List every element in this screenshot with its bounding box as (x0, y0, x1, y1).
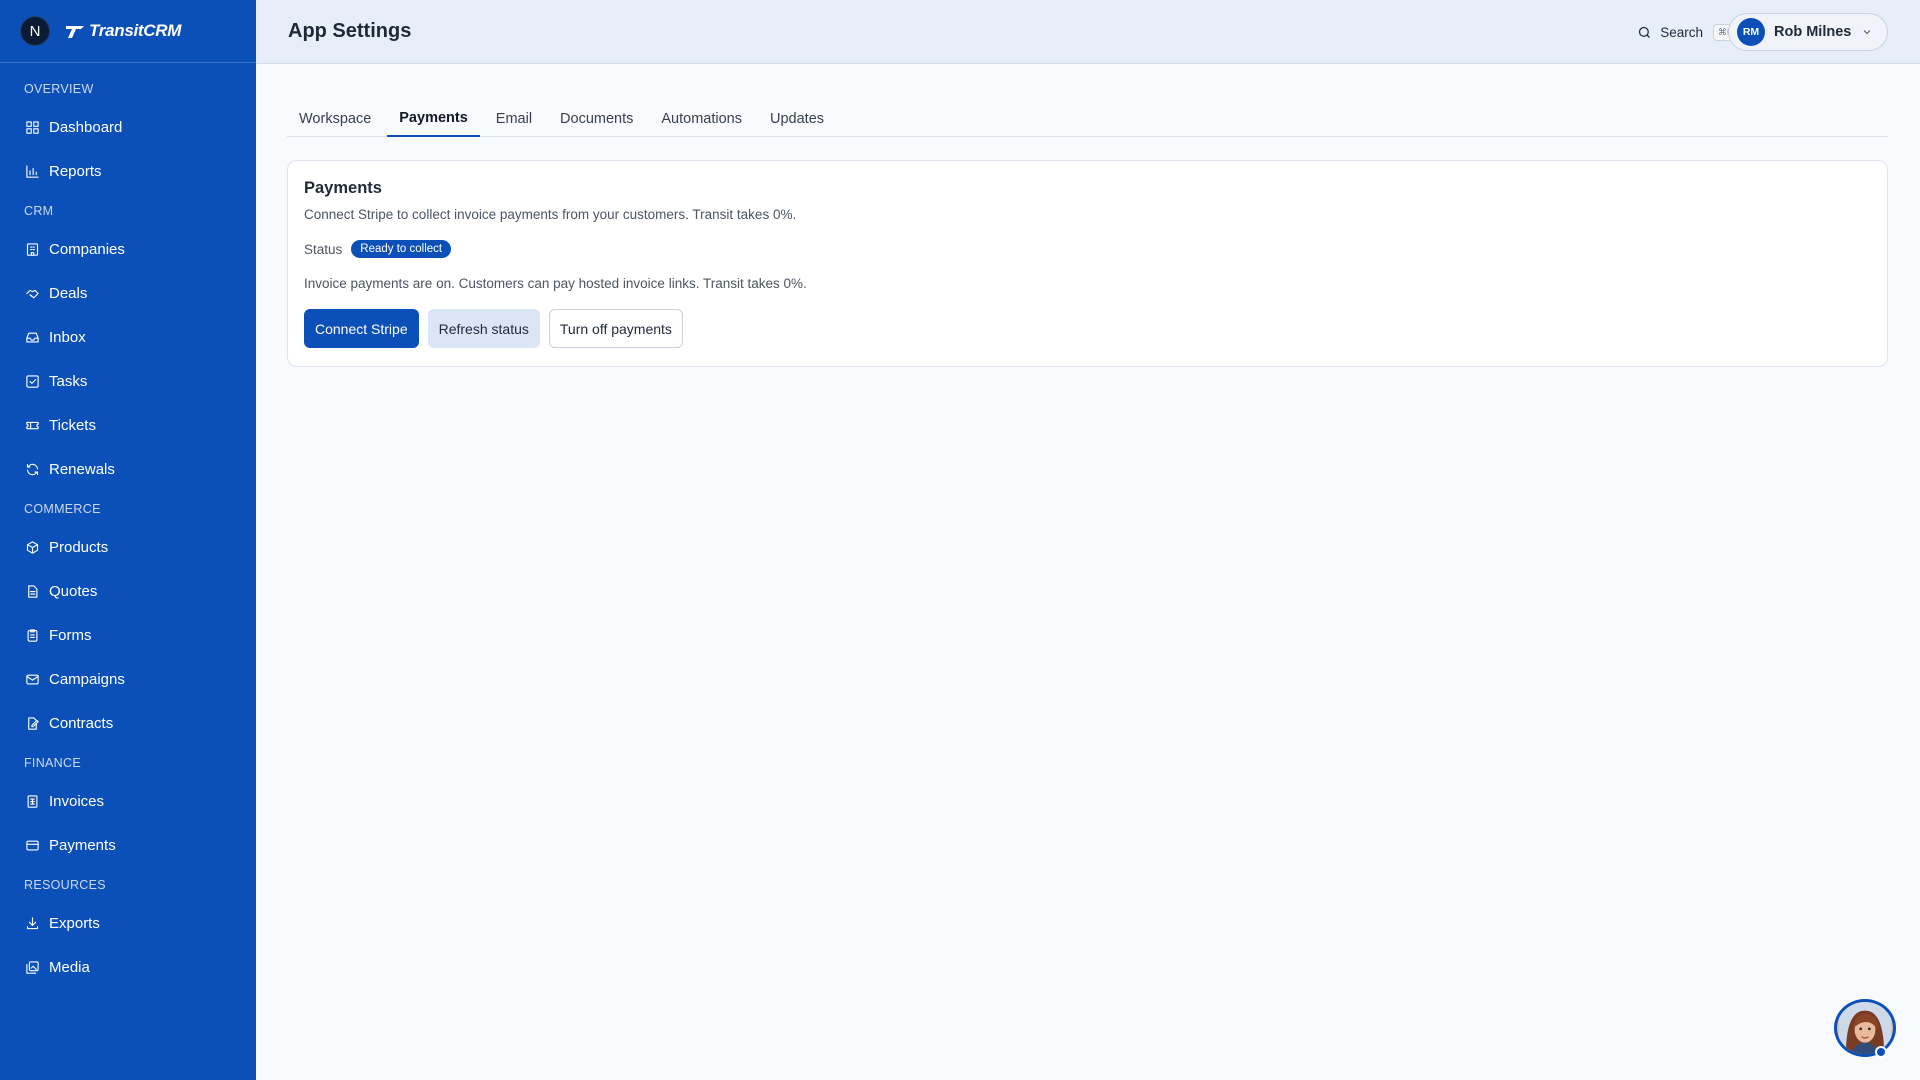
avatar: RM (1737, 18, 1765, 46)
sidebar-item-label: Tasks (49, 372, 88, 390)
sidebar: N TransitCRM OVERVIEW Dashboard Reports CRM… (0, 0, 256, 1080)
checkbox-icon (24, 373, 40, 389)
mail-icon (24, 671, 40, 687)
handshake-icon (24, 285, 40, 301)
refresh-status-button[interactable]: Refresh status (427, 309, 540, 348)
card-title: Payments (304, 179, 382, 197)
images-icon (24, 959, 40, 975)
sidebar-item-tickets[interactable]: Tickets (0, 403, 256, 447)
sidebar-item-label: Quotes (49, 582, 98, 600)
sidebar-item-payments[interactable]: Payments (0, 823, 256, 867)
sidebar-item-reports[interactable]: Reports (0, 149, 256, 193)
sidebar-item-tasks[interactable]: Tasks (0, 359, 256, 403)
download-icon (24, 915, 40, 931)
settings-tabs: Workspace Payments Email Documents Automatio… (287, 100, 1888, 137)
status-label: Status (304, 241, 343, 257)
bar-chart-icon (24, 163, 40, 179)
sidebar-item-media[interactable]: Media (0, 945, 256, 989)
top-header: App Settings Search ⌘K RM Rob Milnes (256, 0, 1920, 64)
sidebar-item-label: Inbox (49, 328, 86, 346)
tab-payments[interactable]: Payments (387, 100, 480, 137)
page-title: App Settings (288, 20, 412, 42)
sidebar-item-contracts[interactable]: Contracts (0, 701, 256, 745)
sidebar-item-label: Tickets (49, 416, 96, 434)
inbox-icon (24, 329, 40, 345)
sidebar-item-label: Dashboard (49, 118, 123, 136)
sidebar-item-label: Media (49, 958, 90, 976)
sidebar-item-label: Forms (49, 626, 92, 644)
transit-logo-icon (66, 26, 84, 38)
turn-off-payments-button[interactable]: Turn off payments (548, 309, 683, 348)
building-icon (24, 241, 40, 257)
tab-updates[interactable]: Updates (758, 100, 836, 137)
workspace-switcher[interactable]: N (20, 16, 50, 46)
sidebar-nav: OVERVIEW Dashboard Reports CRM Companies Deal… (0, 63, 256, 989)
tab-automations[interactable]: Automations (649, 100, 754, 137)
sidebar-item-label: Invoices (49, 792, 105, 810)
sidebar-item-inbox[interactable]: Inbox (0, 315, 256, 359)
connect-stripe-button[interactable]: Connect Stripe (304, 309, 419, 348)
sidebar-item-label: Payments (49, 836, 116, 854)
payments-card: Payments Connect Stripe to collect invoi… (287, 160, 1888, 367)
sidebar-item-renewals[interactable]: Renewals (0, 447, 256, 491)
app-logo[interactable]: TransitCRM (64, 21, 181, 41)
tab-email[interactable]: Email (484, 100, 544, 137)
assistant-portrait-icon (1839, 1002, 1891, 1054)
nav-section-title: COMMERCE (24, 502, 101, 516)
document-icon (24, 583, 40, 599)
status-badge: Ready to collect (351, 240, 452, 258)
sidebar-item-label: Companies (49, 240, 125, 258)
nav-section-title: FINANCE (24, 756, 81, 770)
sidebar-item-label: Renewals (49, 460, 115, 478)
user-menu[interactable]: RM Rob Milnes (1728, 13, 1888, 51)
nav-section-title: RESOURCES (24, 878, 106, 892)
sidebar-item-products[interactable]: Products (0, 525, 256, 569)
sidebar-item-campaigns[interactable]: Campaigns (0, 657, 256, 701)
tab-workspace[interactable]: Workspace (287, 100, 383, 137)
refresh-icon (24, 461, 40, 477)
search-label: Search (1660, 24, 1703, 40)
sidebar-item-exports[interactable]: Exports (0, 901, 256, 945)
sidebar-item-forms[interactable]: Forms (0, 613, 256, 657)
assistant-avatar-button[interactable] (1834, 999, 1896, 1057)
ticket-icon (24, 417, 40, 433)
invoice-icon (24, 793, 40, 809)
nav-section-title: CRM (24, 204, 54, 218)
sidebar-item-label: Contracts (49, 714, 114, 732)
payments-note: Invoice payments are on. Customers can p… (304, 276, 807, 291)
chevron-down-icon (1863, 30, 1871, 35)
search-icon (1639, 26, 1651, 38)
sidebar-item-quotes[interactable]: Quotes (0, 569, 256, 613)
brand-bar: N TransitCRM (0, 0, 256, 63)
search-button[interactable]: Search ⌘K (1637, 20, 1738, 44)
sidebar-item-label: Campaigns (49, 670, 125, 688)
clipboard-icon (24, 627, 40, 643)
sidebar-item-companies[interactable]: Companies (0, 227, 256, 271)
sidebar-item-label: Products (49, 538, 109, 556)
sidebar-item-deals[interactable]: Deals (0, 271, 256, 315)
user-name: Rob Milnes (1774, 24, 1852, 40)
sidebar-item-dashboard[interactable]: Dashboard (0, 105, 256, 149)
sidebar-item-invoices[interactable]: Invoices (0, 779, 256, 823)
payments-actions: Connect Stripe Refresh status Turn off p… (304, 309, 1871, 348)
dashboard-icon (24, 119, 40, 135)
box-icon (24, 539, 40, 555)
status-row: Status Ready to collect (304, 240, 1871, 258)
sidebar-item-label: Deals (49, 284, 88, 302)
card-description: Connect Stripe to collect invoice paymen… (304, 207, 797, 222)
assistant-status-dot (1875, 1046, 1887, 1058)
sidebar-item-label: Exports (49, 914, 100, 932)
tab-documents[interactable]: Documents (548, 100, 645, 137)
file-signature-icon (24, 715, 40, 731)
credit-card-icon (24, 837, 40, 853)
app-name: TransitCRM (89, 21, 182, 40)
sidebar-item-label: Reports (49, 162, 102, 180)
nav-section-title: OVERVIEW (24, 82, 94, 96)
